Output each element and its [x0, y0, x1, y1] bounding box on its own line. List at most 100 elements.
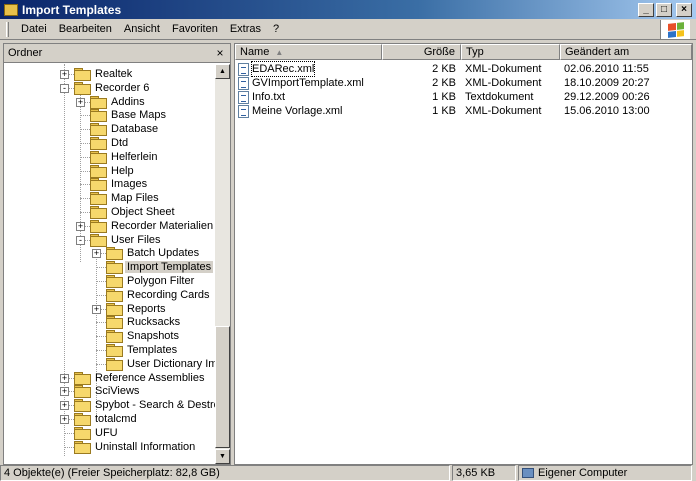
maximize-button[interactable]: □ [656, 2, 672, 17]
file-row[interactable]: GVImportTemplate.xml 2 KB XML-Dokument 18.1… [235, 76, 692, 90]
folder-icon [106, 275, 123, 288]
column-header-modified[interactable]: Geändert am [560, 44, 692, 60]
tree-connector-line [64, 446, 74, 448]
tree-connector-line [80, 156, 90, 158]
tree-item[interactable]: totalcmd [74, 412, 139, 426]
tree-connector-line [64, 64, 65, 456]
tree-item[interactable]: Spybot - Search & Destroy [74, 398, 216, 413]
tree-item[interactable]: Helferlein [90, 150, 159, 164]
tree-connector-line [96, 363, 106, 365]
tree-item[interactable]: Object Sheet [90, 205, 177, 219]
folder-icon [90, 178, 107, 192]
document-icon [238, 90, 249, 104]
menu-bearbeiten[interactable]: Bearbeiten [53, 21, 118, 37]
expand-icon[interactable]: + [76, 97, 85, 107]
folder-icon [90, 150, 107, 164]
tree-item[interactable]: Recorder Materialien [90, 219, 215, 233]
tree-item-label: Addins [111, 95, 145, 108]
tree-item[interactable]: Base Maps [90, 108, 168, 123]
tree-item[interactable]: UFU [74, 426, 120, 440]
expand-icon[interactable]: + [60, 415, 69, 424]
tree-item[interactable]: Realtek [74, 67, 134, 81]
menu-help[interactable]: ? [267, 21, 285, 37]
tree-item[interactable]: Help [90, 164, 136, 178]
file-row[interactable]: EDARec.xml 2 KB XML-Dokument 02.06.2010 11:… [235, 61, 692, 77]
folder-icon [90, 164, 107, 178]
tree-item[interactable]: User Dictionary Images [106, 357, 216, 371]
expand-icon[interactable]: + [60, 387, 69, 397]
expand-icon[interactable]: + [92, 249, 101, 259]
expand-icon[interactable]: + [60, 373, 69, 383]
tree-item[interactable]: Dtd [90, 136, 130, 150]
collapse-icon[interactable]: - [76, 235, 85, 245]
column-header-size[interactable]: Größe [382, 44, 461, 60]
tree-item-label: Batch Updates [127, 247, 200, 260]
tree-item[interactable]: User Files [90, 233, 163, 247]
expand-icon[interactable]: + [60, 70, 69, 79]
folder-icon [74, 81, 91, 95]
tree-item[interactable]: Polygon Filter [106, 274, 196, 288]
file-name-cell: Info.txt [238, 90, 285, 104]
tree-item[interactable]: Reference Assemblies [74, 371, 206, 385]
tree-item[interactable]: Recording Cards [106, 288, 212, 302]
file-size: 2 KB [432, 63, 456, 75]
folder-icon [74, 413, 91, 426]
tree-item[interactable]: Import Templates [106, 260, 214, 275]
close-button[interactable]: × [676, 2, 692, 17]
tree-item-label: Database [111, 123, 159, 136]
file-row[interactable]: Info.txt 1 KB Textdokument 29.12.2009 00:26 [235, 90, 692, 104]
tree-item-label: Base Maps [111, 109, 167, 122]
tree-item[interactable]: Images [90, 177, 149, 192]
tree-item[interactable]: Rucksacks [106, 315, 182, 330]
folder-icon [4, 3, 18, 16]
tree-item[interactable]: Recorder 6 [74, 81, 151, 95]
collapse-icon[interactable]: - [60, 83, 69, 93]
tree-item[interactable]: Database [90, 122, 160, 137]
tree-item-label: Help [111, 164, 134, 177]
tree-item[interactable]: Uninstall Information [74, 440, 197, 454]
file-row[interactable]: Meine Vorlage.xml 1 KB XML-Dokument 15.06.2… [235, 104, 692, 118]
expand-icon[interactable]: + [92, 304, 101, 314]
folder-icon [106, 261, 123, 275]
tree-item-label: totalcmd [95, 413, 137, 425]
expand-icon[interactable]: + [60, 401, 69, 411]
menu-favoriten[interactable]: Favoriten [166, 21, 224, 37]
folder-icon [74, 68, 91, 81]
file-name-cell: Meine Vorlage.xml [238, 104, 343, 118]
tree-item[interactable]: Map Files [90, 191, 161, 206]
minimize-button[interactable]: _ [638, 2, 654, 17]
scroll-up-arrow-icon[interactable]: ▲ [215, 64, 230, 79]
folder-icon [74, 426, 91, 440]
folder-icon [90, 192, 107, 206]
tree-item-label: Recorder Materialien [111, 219, 214, 232]
column-header-type[interactable]: Typ [461, 44, 560, 60]
document-icon [238, 76, 249, 90]
folder-pane-close-button[interactable]: × [213, 46, 227, 60]
folder-icon [106, 247, 123, 261]
tree-item-label: SciViews [95, 385, 140, 398]
tree-item[interactable]: Addins [90, 95, 147, 109]
menu-datei[interactable]: Datei [15, 21, 53, 37]
toolbar-grip[interactable] [6, 21, 9, 37]
expand-icon[interactable]: + [76, 221, 85, 231]
column-header-name[interactable]: Name ▲ [235, 44, 382, 60]
scrollbar-thumb[interactable] [215, 326, 230, 448]
tree-item[interactable]: Batch Updates [106, 246, 201, 261]
tree-item-label: Recorder 6 [95, 81, 150, 94]
file-list: Name ▲ Größe Typ Geändert am EDARec.xml 2 … [234, 43, 693, 465]
tree-item[interactable]: Reports [106, 302, 168, 316]
menu-extras[interactable]: Extras [224, 21, 267, 37]
folder-icon [74, 399, 91, 413]
folder-tree-scrollbar[interactable]: ▲ ▼ [215, 64, 230, 464]
tree-item[interactable]: Snapshots [106, 329, 181, 344]
scroll-down-arrow-icon[interactable]: ▼ [215, 449, 230, 464]
folder-icon [106, 330, 123, 344]
folder-pane-title: Ordner [8, 47, 43, 59]
folder-icon [74, 440, 91, 454]
tree-item[interactable]: SciViews [74, 384, 141, 399]
tree-item[interactable]: Templates [106, 343, 179, 357]
tree-connector-line [80, 212, 90, 213]
menu-ansicht[interactable]: Ansicht [118, 21, 166, 37]
folder-icon [106, 344, 123, 357]
tree-connector-line [80, 198, 90, 200]
